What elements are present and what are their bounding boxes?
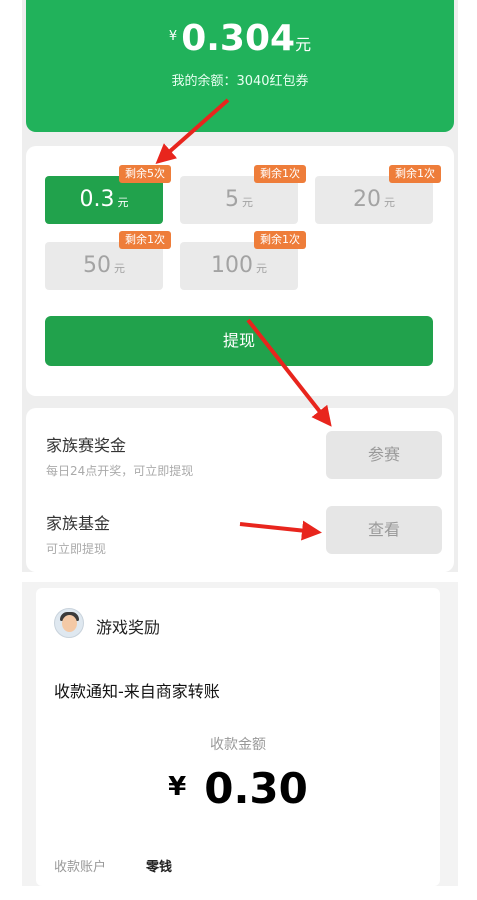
received-amount: ¥0.30 (36, 764, 440, 813)
family-fund-title: 家族基金 (46, 514, 111, 533)
remaining-badge: 剩余1次 (119, 231, 171, 249)
family-fund-subtitle: 可立即提现 (46, 542, 107, 556)
balance-unit: 元 (295, 35, 312, 54)
option-value: 20 (353, 187, 381, 212)
option-unit: 元 (256, 262, 267, 275)
option-unit: 元 (384, 196, 395, 209)
option-unit: 元 (117, 196, 129, 209)
payment-notice-screen: 游戏奖励 收款通知-来自商家转账 收款金额 ¥0.30 收款账户 零钱 (22, 582, 458, 886)
option-value: 100 (211, 253, 253, 278)
option-0-3[interactable]: 0.3 元 剩余5次 (45, 165, 171, 224)
option-5[interactable]: 5元 剩余1次 (180, 165, 306, 224)
balance-coupons: 我的余额：3040红包券 (171, 74, 309, 89)
notice-title: 收款通知-来自商家转账 (54, 682, 220, 701)
rewards-card: 家族赛奖金 每日24点开奖，可立即提现 参赛 家族基金 可立即提现 查看 (26, 408, 454, 572)
balance-amount: ¥0.304元 (26, 18, 454, 59)
option-unit: 元 (242, 196, 253, 209)
option-value: 0.3 (79, 187, 115, 212)
option-100[interactable]: 100 元 剩余1次 (180, 231, 306, 290)
withdraw-card: 0.3 元 剩余5次 5元 剩余1次 20 元 剩余1次 50 元 剩余1次 100 元… (26, 146, 454, 396)
remaining-badge: 剩余5次 (119, 165, 171, 183)
option-value: 5 (225, 187, 239, 212)
remaining-badge: 剩余1次 (254, 165, 306, 183)
account-label: 收款账户 (54, 860, 107, 875)
received-amount-value: 0.30 (204, 764, 308, 813)
payment-notification-card: 游戏奖励 收款通知-来自商家转账 收款金额 ¥0.30 收款账户 零钱 (36, 588, 440, 886)
currency-symbol: ¥ (168, 29, 178, 44)
option-unit: 元 (114, 262, 125, 275)
option-value: 50 (83, 253, 111, 278)
account-value: 零钱 (146, 860, 173, 875)
balance-value: 0.304 (181, 18, 296, 59)
family-contest-subtitle: 每日24点开奖，可立即提现 (46, 464, 194, 478)
screenshot-divider (22, 572, 458, 582)
amount-label: 收款金额 (210, 737, 266, 753)
option-20[interactable]: 20 元 剩余1次 (315, 165, 441, 224)
option-50[interactable]: 50 元 剩余1次 (45, 231, 171, 290)
view-fund-button[interactable]: 查看 (326, 506, 442, 554)
balance-card: ¥0.304元 我的余额：3040红包券 (26, 0, 454, 132)
app-avatar (54, 608, 84, 638)
yuan-symbol: ¥ (168, 772, 187, 802)
join-contest-button[interactable]: 参赛 (326, 431, 442, 479)
remaining-badge: 剩余1次 (254, 231, 306, 249)
withdraw-button[interactable]: 提现 (45, 316, 433, 366)
app-name: 游戏奖励 (96, 618, 161, 637)
withdraw-screen: ¥0.304元 我的余额：3040红包券 0.3 元 剩余5次 5元 剩余1次 2… (22, 0, 458, 572)
remaining-badge: 剩余1次 (389, 165, 441, 183)
family-contest-title: 家族赛奖金 (46, 436, 127, 455)
